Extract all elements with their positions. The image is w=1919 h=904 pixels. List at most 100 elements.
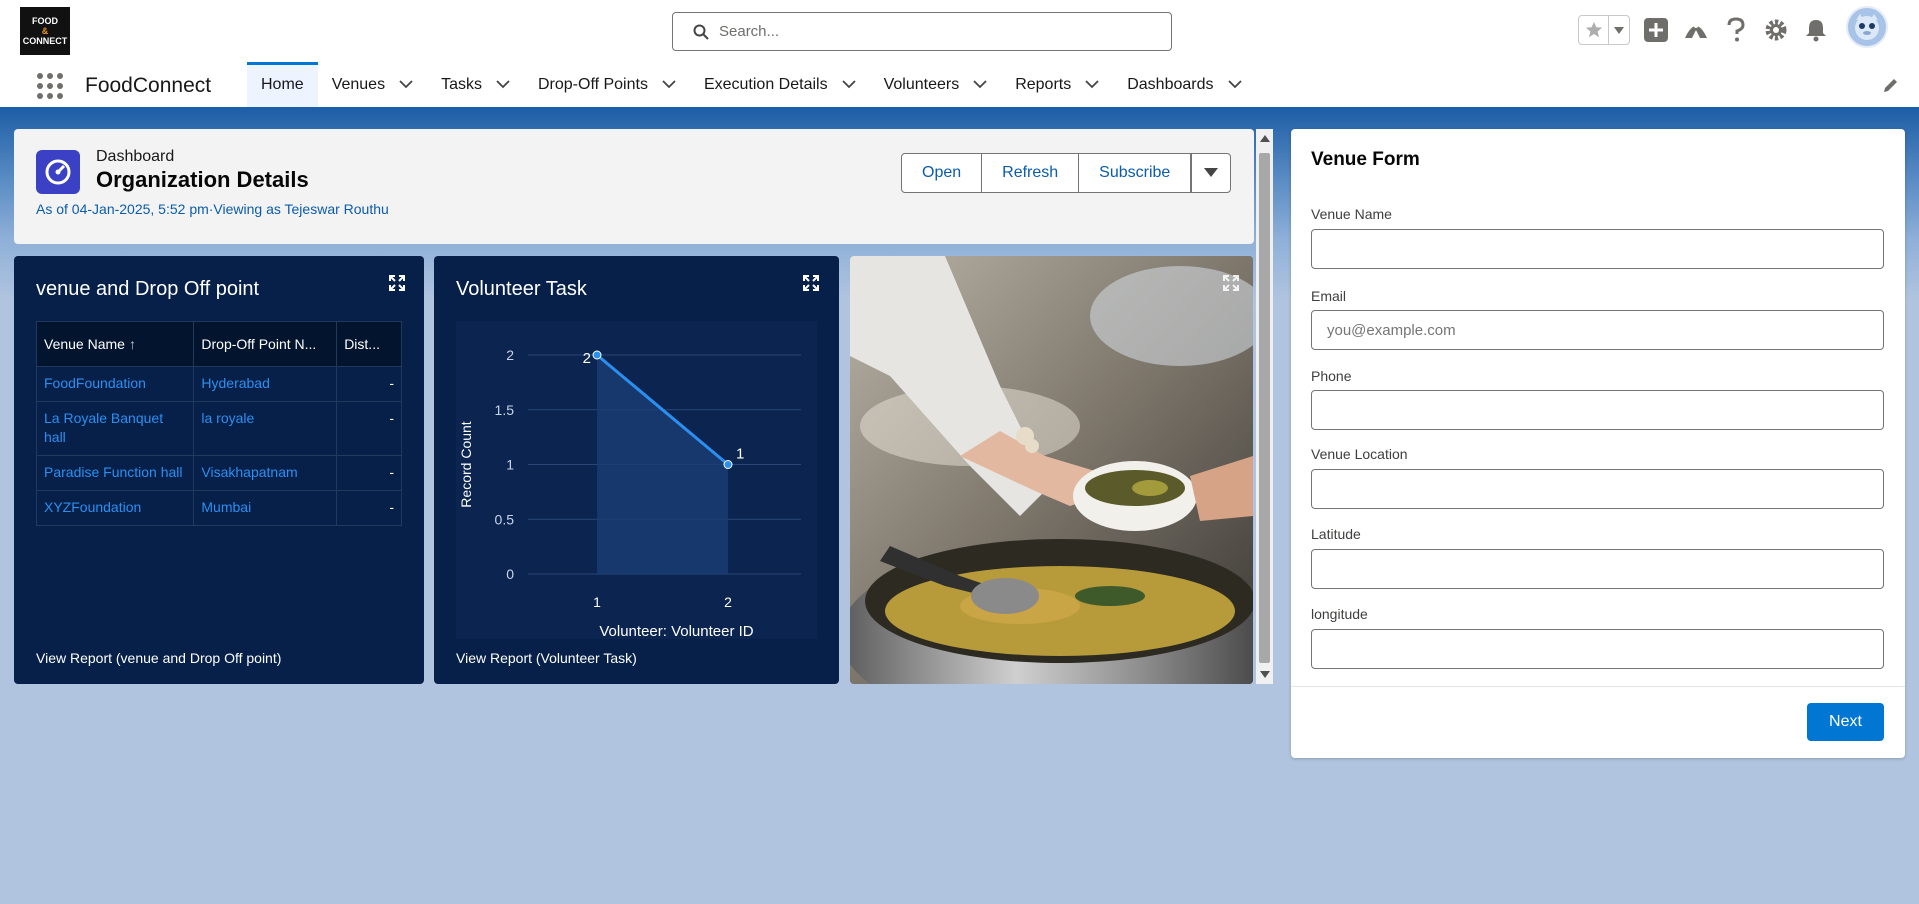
dashboard-scrollbar[interactable] — [1256, 129, 1273, 684]
column-header[interactable]: Venue Name ↑ — [35, 321, 195, 367]
scroll-thumb[interactable] — [1259, 153, 1270, 663]
y-tick-label: 1 — [506, 457, 514, 473]
dropoff-link[interactable]: Visakhapatnam — [193, 455, 338, 491]
view-report-link[interactable]: View Report (Volunteer Task) — [456, 650, 637, 666]
venue-name-link[interactable]: FoodFoundation — [35, 366, 195, 402]
chevron-down-icon[interactable] — [973, 80, 987, 89]
y-tick-label: 2 — [506, 347, 514, 363]
venue-name-link[interactable]: La Royale Banquet hall — [35, 401, 195, 456]
logo-line1: FOOD — [32, 16, 58, 26]
venue-form-card: Venue Form Venue Name Email Phone Venue … — [1291, 129, 1905, 758]
table-row: Paradise Function hall Visakhapatnam - — [35, 455, 402, 491]
avatar-icon[interactable] — [1846, 6, 1888, 48]
tab-label: Drop-Off Points — [537, 75, 648, 93]
venue-name-link[interactable]: Paradise Function hall — [35, 455, 195, 491]
tab-dashboards[interactable]: Dashboards — [1113, 62, 1255, 107]
venue-location-input[interactable] — [1311, 469, 1884, 509]
expand-icon[interactable] — [1222, 274, 1240, 292]
chevron-down-icon[interactable] — [1227, 80, 1242, 89]
form-title: Venue Form — [1311, 149, 1420, 170]
help-icon[interactable] — [1722, 16, 1750, 44]
sort-arrow-icon[interactable]: ↑ — [129, 336, 136, 352]
y-tick-label: 0 — [506, 566, 514, 582]
global-search[interactable] — [672, 12, 1172, 51]
venue-name-input[interactable] — [1311, 229, 1884, 269]
table-row: XYZFoundation Mumbai - — [35, 490, 402, 526]
table-row: La Royale Banquet hall la royale - — [35, 401, 402, 456]
tab-home[interactable]: Home — [247, 62, 318, 107]
email-field[interactable] — [1311, 310, 1884, 350]
field-label: Venue Name — [1311, 206, 1392, 222]
global-header: FOOD & CONNECT — [0, 0, 1919, 62]
phone-input[interactable] — [1311, 390, 1884, 430]
tab-venues[interactable]: Venues — [318, 62, 427, 107]
tab-volunteers[interactable]: Volunteers — [870, 62, 1002, 107]
more-actions-button[interactable] — [1191, 153, 1232, 193]
expand-icon[interactable] — [802, 274, 820, 292]
chevron-down-icon[interactable] — [841, 80, 856, 89]
tab-label: Dashboards — [1127, 75, 1214, 93]
chevron-down-icon[interactable] — [399, 80, 413, 89]
app-navigation: FoodConnect Home Venues Tasks Drop-Off P… — [0, 62, 1919, 110]
star-icon[interactable] — [1579, 16, 1609, 44]
y-tick-label: 0.5 — [495, 511, 515, 527]
dropoff-link[interactable]: Hyderabad — [193, 366, 338, 402]
data-label: 2 — [583, 350, 591, 367]
subscribe-button[interactable]: Subscribe — [1078, 153, 1192, 193]
chevron-down-icon[interactable] — [496, 80, 510, 89]
add-icon[interactable] — [1642, 16, 1670, 44]
dropoff-link[interactable]: Mumbai — [193, 490, 338, 526]
open-button[interactable]: Open — [901, 153, 983, 193]
widget-title: Volunteer Task — [456, 278, 587, 300]
column-label: Venue Name — [44, 336, 125, 352]
pencil-icon[interactable] — [1882, 76, 1900, 94]
distance-cell: - — [336, 455, 402, 491]
expand-icon[interactable] — [388, 274, 406, 292]
app-launcher-icon[interactable] — [36, 72, 64, 100]
distance-cell: - — [336, 366, 402, 402]
field-label: longitude — [1311, 606, 1368, 622]
area-fill — [597, 355, 728, 574]
tab-label: Execution Details — [703, 75, 828, 93]
dashboard-actions: Open Refresh Subscribe — [901, 153, 1232, 193]
dashboard-subtitle: As of 04-Jan-2025, 5:52 pm·Viewing as Te… — [36, 201, 389, 217]
column-header[interactable]: Drop-Off Point N... — [193, 321, 338, 367]
venue-name-link[interactable]: XYZFoundation — [35, 490, 195, 526]
x-tick-label: 2 — [724, 594, 732, 610]
longitude-input[interactable] — [1311, 629, 1884, 669]
dropoff-link[interactable]: la royale — [193, 401, 338, 456]
trailhead-icon[interactable] — [1682, 16, 1710, 44]
field-label: Venue Location — [1311, 446, 1408, 462]
next-button[interactable]: Next — [1807, 703, 1884, 741]
gear-icon[interactable] — [1762, 16, 1790, 44]
tab-execution-details[interactable]: Execution Details — [690, 62, 870, 107]
data-point — [592, 350, 602, 360]
page-title: Organization Details — [96, 167, 309, 192]
x-tick-label: 1 — [593, 594, 601, 610]
chevron-down-icon[interactable] — [662, 80, 676, 89]
tab-label: Volunteers — [883, 75, 960, 93]
search-input[interactable] — [719, 23, 1139, 40]
data-point — [723, 460, 733, 469]
volunteer-task-widget: Volunteer Task 0 0.5 1 1.5 2 2 1 1 2 Volunteer: V… — [434, 256, 839, 684]
tab-drop-off-points[interactable]: Drop-Off Points — [524, 62, 690, 107]
view-report-link[interactable]: View Report (venue and Drop Off point) — [36, 650, 281, 666]
tab-label: Home — [261, 75, 304, 93]
column-label: Drop-Off Point N... — [201, 336, 317, 352]
column-header[interactable]: Dist... — [336, 321, 402, 367]
refresh-button[interactable]: Refresh — [981, 153, 1080, 193]
bell-icon[interactable] — [1802, 16, 1830, 44]
tab-label: Tasks — [441, 75, 482, 93]
scroll-up-icon[interactable] — [1260, 135, 1270, 142]
chart-svg: 0 0.5 1 1.5 2 2 1 1 2 Volunteer: Volunteer ID Reco… — [458, 347, 801, 639]
tab-reports[interactable]: Reports — [1001, 62, 1113, 107]
scroll-down-icon[interactable] — [1260, 671, 1270, 678]
venue-dropoff-widget: venue and Drop Off point Venue Name ↑ Dro… — [14, 256, 424, 684]
latitude-input[interactable] — [1311, 549, 1884, 589]
y-tick-label: 1.5 — [495, 402, 515, 418]
foodconnect-logo[interactable]: FOOD & CONNECT — [20, 7, 70, 55]
chevron-down-icon[interactable] — [1609, 16, 1629, 44]
chevron-down-icon[interactable] — [1085, 80, 1099, 89]
field-label: Phone — [1311, 368, 1352, 384]
tab-tasks[interactable]: Tasks — [427, 62, 524, 107]
